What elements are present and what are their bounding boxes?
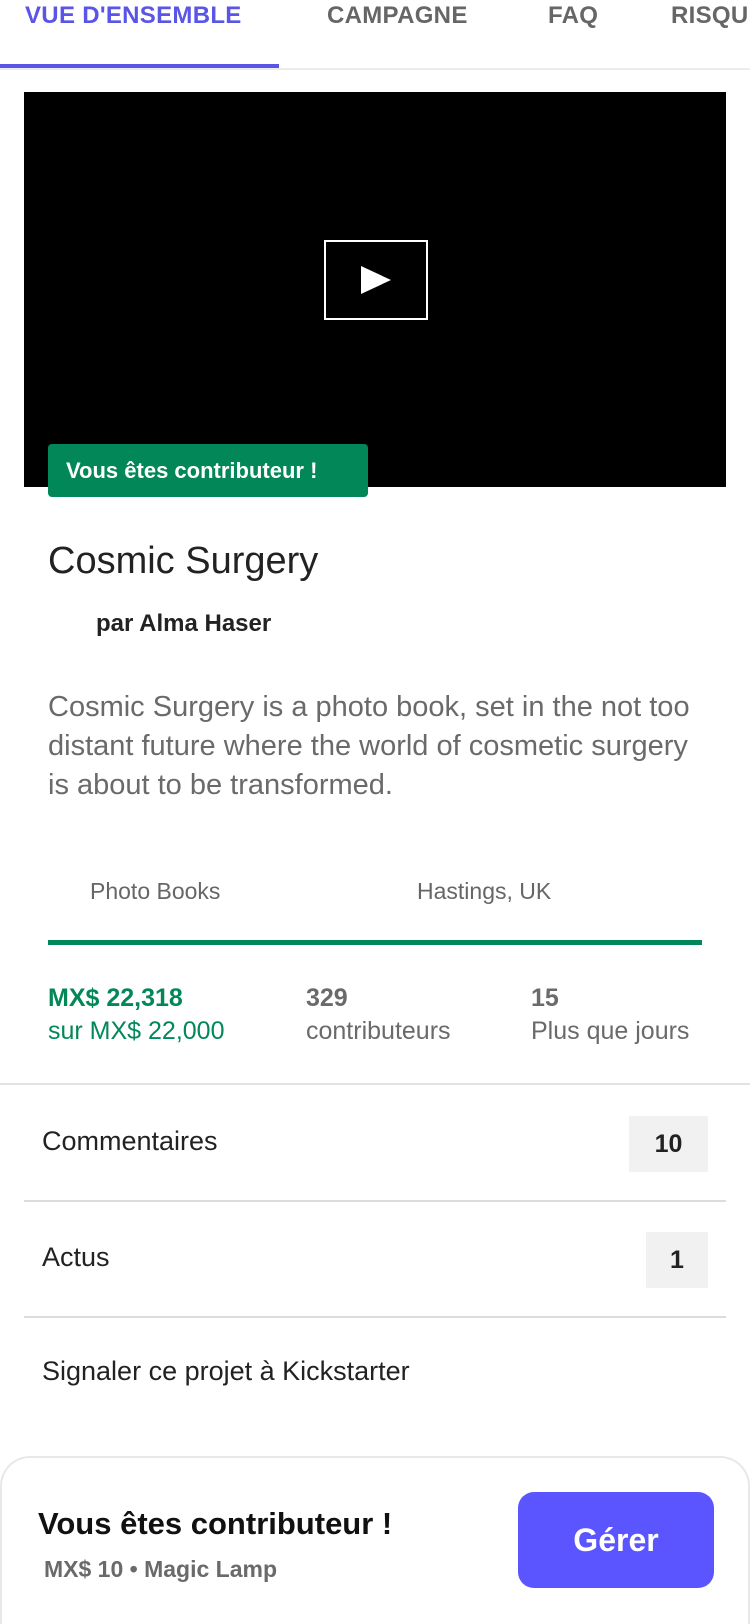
backers-count: 329 — [306, 984, 348, 1012]
category-link[interactable]: Photo Books — [90, 878, 220, 905]
tab-campaign[interactable]: CAMPAGNE — [327, 0, 468, 32]
manage-button[interactable]: Gérer — [518, 1492, 714, 1588]
report-project-link[interactable]: Signaler ce projet à Kickstarter — [42, 1356, 410, 1387]
project-video[interactable] — [24, 92, 726, 487]
project-blurb: Cosmic Surgery is a photo book, set in t… — [48, 691, 690, 801]
tab-bar: VUE D'ENSEMBLE CAMPAGNE FAQ RISQUES — [0, 0, 750, 70]
backers-label: contributeurs — [306, 1017, 451, 1045]
funding-progress-fill — [48, 940, 702, 945]
updates-label: Actus — [42, 1242, 110, 1272]
play-icon — [361, 266, 391, 294]
pledged-amount: MX$ 22,318 — [48, 984, 183, 1012]
creator-name[interactable]: par Alma Haser — [96, 610, 271, 638]
updates-count-badge: 1 — [646, 1232, 708, 1288]
days-label: Plus que jours — [531, 1017, 690, 1045]
tab-risks[interactable]: RISQUES — [671, 0, 750, 32]
comments-row[interactable]: Commentaires 10 — [24, 1086, 726, 1202]
backers-stat: 329 contributeurs — [306, 982, 451, 1048]
pledged-goal: sur MX$ 22,000 — [48, 1017, 225, 1045]
play-button[interactable] — [324, 240, 428, 320]
pledged-stat: MX$ 22,318 sur MX$ 22,000 — [48, 982, 225, 1048]
days-count: 15 — [531, 984, 559, 1012]
funding-progress-bar — [48, 940, 702, 945]
days-stat: 15 Plus que jours — [531, 982, 689, 1048]
backer-badge: Vous êtes contributeur ! — [48, 444, 368, 497]
backer-reward: MX$ 10 • Magic Lamp — [44, 1556, 278, 1582]
tab-faq[interactable]: FAQ — [548, 0, 598, 32]
location-link[interactable]: Hastings, UK — [417, 878, 551, 905]
updates-row[interactable]: Actus 1 — [24, 1202, 726, 1318]
backer-bottom-bar: Vous êtes contributeur ! MX$ 10 • Magic … — [0, 1456, 750, 1624]
divider — [0, 1083, 750, 1085]
tab-overview[interactable]: VUE D'ENSEMBLE — [25, 0, 242, 32]
project-title: Cosmic Surgery — [48, 540, 319, 582]
backer-status-title: Vous êtes contributeur ! — [38, 1506, 393, 1541]
active-tab-indicator — [0, 64, 279, 68]
comments-count-badge: 10 — [629, 1116, 708, 1172]
comments-label: Commentaires — [42, 1126, 218, 1156]
